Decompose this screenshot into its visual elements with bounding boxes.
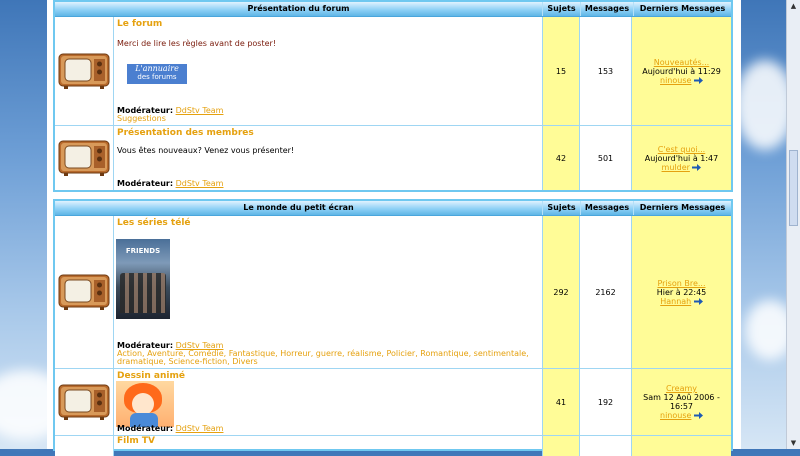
banner-text-line1: L'annuaire — [135, 64, 179, 73]
poster-cast — [120, 273, 166, 313]
forum-link-le-forum[interactable]: Le forum — [117, 19, 539, 29]
category-title: Présentation du forum — [247, 4, 350, 13]
column-last-messages: Derniers Messages — [633, 2, 731, 16]
moderators: Modérateur: DdStv Team — [117, 180, 223, 188]
post-count: 153 — [579, 17, 631, 125]
post-count: 2162 — [579, 216, 631, 368]
last-post-author[interactable]: ninouse — [660, 76, 691, 85]
forum-icon-cell — [55, 369, 113, 435]
moderator-link[interactable]: DdStv Team — [176, 179, 224, 188]
topic-count — [542, 436, 579, 456]
forum-row: Les séries télé FRIENDS Modérateur: DdSt… — [55, 216, 731, 369]
forum-info: Le forum Merci de lire les règles avant … — [113, 17, 542, 125]
banner-text-line2: des forums — [137, 73, 177, 81]
forum-icon-cell — [55, 126, 113, 190]
forum-description: Merci de lire les règles avant de poster… — [117, 39, 277, 48]
forum-row: Dessin animé Modérateur: DdStv Team 41 1… — [55, 369, 731, 436]
forum-info: Présentation des membres Vous êtes nouve… — [113, 126, 542, 190]
moderators: Modérateur: DdStv Team — [117, 425, 223, 433]
moderator-label: Modérateur: — [117, 179, 174, 188]
last-post-author[interactable]: Hannah — [660, 297, 691, 306]
television-icon — [58, 274, 110, 310]
annuaire-banner[interactable]: L'annuaire des forums — [127, 64, 187, 84]
column-messages: Messages — [580, 2, 633, 16]
post-count: 501 — [579, 126, 631, 190]
last-post-date: Aujourd'hui à 1:47 — [644, 153, 719, 163]
subforum-genres-continued[interactable]: dramatique, Science-fiction, Divers — [117, 357, 258, 366]
last-post-date: Aujourd'hui à 11:29 — [642, 66, 721, 76]
go-to-post-arrow-icon[interactable] — [693, 412, 703, 419]
forum-link-film-tv[interactable]: Film TV — [117, 436, 539, 446]
poster-title-text: FRIENDS — [125, 247, 161, 255]
scroll-down-arrow-icon[interactable]: ▼ — [788, 438, 799, 448]
last-post-date: Hier à 22:45 — [656, 287, 707, 297]
last-post-title[interactable]: C'est quoi... — [658, 145, 705, 154]
column-messages: Messages — [580, 201, 633, 215]
scrollbar-thumb[interactable] — [789, 150, 798, 226]
topic-count: 292 — [542, 216, 579, 368]
moderators: Modérateur: DdStv Team Action, Aventure,… — [117, 342, 529, 366]
go-to-post-arrow-icon[interactable] — [693, 76, 703, 84]
vertical-scrollbar[interactable]: ▲ ▼ — [786, 0, 800, 449]
forum-link-series-tele[interactable]: Les séries télé — [117, 218, 539, 228]
go-to-post-arrow-icon[interactable] — [693, 297, 703, 305]
forum-row: Le forum Merci de lire les règles avant … — [55, 17, 731, 126]
forum-info: Dessin animé Modérateur: DdStv Team — [113, 369, 542, 435]
post-count — [579, 436, 631, 456]
category-presentation: Présentation du forum Sujets Messages De… — [53, 0, 733, 192]
friends-poster-image[interactable]: FRIENDS — [116, 239, 170, 319]
go-to-post-arrow-icon[interactable] — [692, 163, 702, 171]
post-count: 192 — [579, 369, 631, 435]
forum-row: Présentation des membres Vous êtes nouve… — [55, 126, 731, 190]
last-post: Prison Bre... Hier à 22:45 Hannah — [631, 216, 731, 368]
column-subjects: Sujets — [542, 201, 580, 215]
last-post: C'est quoi... Aujourd'hui à 1:47 mulder — [631, 126, 731, 190]
forum-info: Film TV — [113, 436, 542, 456]
last-post-author[interactable]: ninouse — [660, 411, 691, 420]
topic-count: 41 — [542, 369, 579, 435]
moderator-link[interactable]: DdStv Team — [176, 424, 224, 433]
forum-icon-cell — [55, 436, 113, 456]
topic-count: 42 — [542, 126, 579, 190]
last-post: Nouveautés... Aujourd'hui à 11:29 ninous… — [631, 17, 731, 125]
forum-row: Film TV — [55, 436, 731, 456]
moderator-label: Modérateur: — [117, 424, 174, 433]
moderators: Modérateur: DdStv Team Suggestions — [117, 107, 223, 123]
category-title: Le monde du petit écran — [243, 203, 354, 212]
forum-description: Vous êtes nouveaux? Venez vous présenter… — [117, 146, 295, 155]
subforum-suggestions[interactable]: Suggestions — [117, 114, 166, 123]
television-icon — [58, 140, 110, 176]
last-post: Creamy Sam 12 Aoû 2006 - 16:57 ninouse — [631, 369, 731, 435]
forum-info: Les séries télé FRIENDS Modérateur: DdSt… — [113, 216, 542, 368]
moderator-link[interactable]: DdStv Team — [176, 106, 224, 115]
last-post-author[interactable]: mulder — [662, 163, 690, 172]
category-header: Le monde du petit écran Sujets Messages … — [55, 201, 731, 216]
last-post-date: Sam 12 Aoû 2006 - 16:57 — [643, 393, 720, 411]
category-header: Présentation du forum Sujets Messages De… — [55, 2, 731, 17]
television-icon — [58, 384, 110, 420]
forum-link-presentation-membres[interactable]: Présentation des membres — [117, 128, 539, 138]
forum-icon-cell — [55, 17, 113, 125]
creamy-cartoon-image[interactable] — [116, 381, 174, 427]
category-petit-ecran: Le monde du petit écran Sujets Messages … — [53, 199, 733, 456]
last-post-title[interactable]: Nouveautés... — [654, 58, 709, 67]
television-icon — [58, 53, 110, 89]
cartoon-face — [132, 393, 154, 415]
last-post-title[interactable]: Prison Bre... — [657, 279, 705, 288]
column-subjects: Sujets — [542, 2, 580, 16]
last-post-title[interactable]: Creamy — [666, 384, 697, 393]
forum-page: Présentation du forum Sujets Messages De… — [47, 0, 741, 456]
forum-link-dessin-anime[interactable]: Dessin animé — [117, 371, 539, 381]
scroll-up-arrow-icon[interactable]: ▲ — [788, 1, 799, 11]
topic-count: 15 — [542, 17, 579, 125]
forum-icon-cell — [55, 216, 113, 368]
last-post — [631, 436, 731, 456]
column-last-messages: Derniers Messages — [633, 201, 731, 215]
